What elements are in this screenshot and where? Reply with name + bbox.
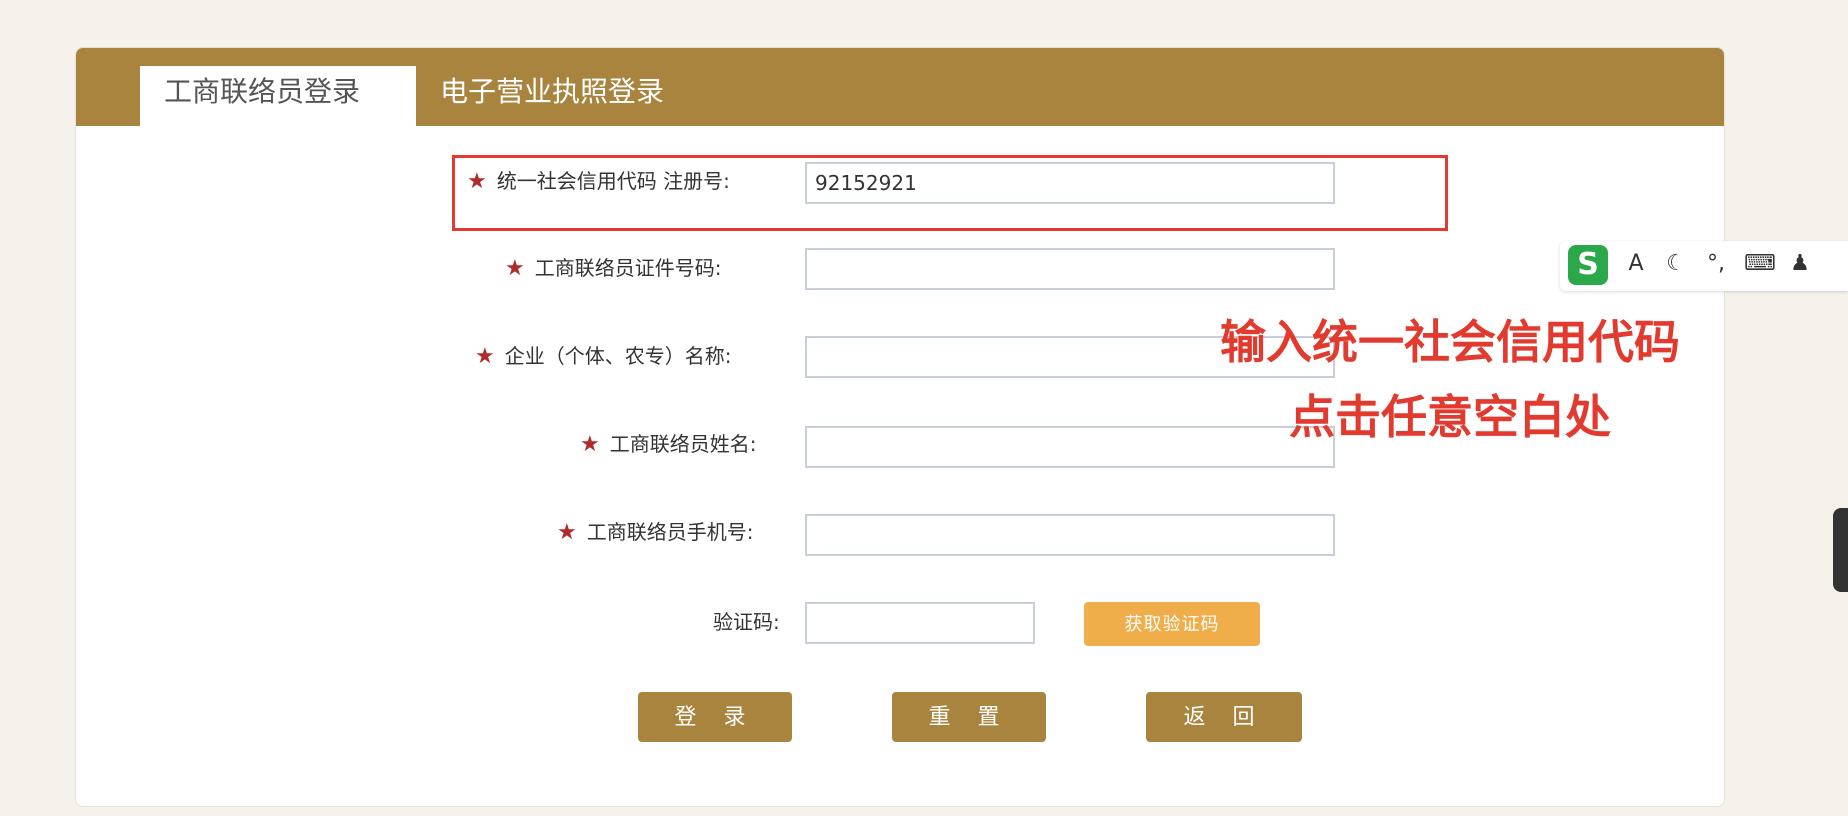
font-icon[interactable]: A — [1622, 251, 1650, 276]
keyboard-icon[interactable]: ⌨ — [1744, 251, 1776, 276]
tab-contact-login[interactable]: 工商联络员登录 — [140, 66, 416, 126]
captcha-label: 验证码: — [713, 610, 780, 634]
required-star: ★ — [505, 256, 525, 281]
id-number-input[interactable] — [805, 248, 1335, 290]
required-star: ★ — [557, 520, 577, 545]
ime-logo-icon[interactable]: S — [1568, 245, 1608, 285]
punctuation-icon[interactable]: °, — [1702, 251, 1730, 276]
tab-e-license-login[interactable]: 电子营业执照登录 — [416, 66, 716, 126]
tab-bar: 工商联络员登录 电子营业执照登录 — [76, 48, 1724, 126]
captcha-input[interactable] — [805, 602, 1035, 644]
contact-name-label: ★ 工商联络员姓名: — [580, 432, 757, 457]
annotation-line2: 点击任意空白处 — [1289, 390, 1611, 444]
required-star: ★ — [475, 344, 495, 369]
page: 工商联络员登录 电子营业执照登录 ★统一社会信用代码 注册号: ★工商联络员证件… — [0, 0, 1848, 816]
credit-code-input[interactable] — [805, 162, 1335, 204]
enterprise-name-label: ★ 企业（个体、农专）名称: — [475, 344, 732, 369]
contact-phone-label: ★ 工商联络员手机号: — [557, 520, 754, 545]
reset-button[interactable]: 重 置 — [892, 692, 1046, 742]
credit-code-label: ★ 统一社会信用代码 注册号: — [467, 169, 730, 194]
side-handle[interactable] — [1833, 508, 1848, 592]
required-star: ★ — [580, 432, 600, 457]
user-icon[interactable]: ♟ — [1786, 251, 1814, 276]
back-button[interactable]: 返 回 — [1146, 692, 1302, 742]
contact-phone-input[interactable] — [805, 514, 1335, 556]
login-button[interactable]: 登 录 — [638, 692, 792, 742]
ime-toolbar: S A ☾ °, ⌨ ♟ — [1560, 241, 1848, 291]
get-captcha-button[interactable]: 获取验证码 — [1084, 602, 1260, 646]
annotation-line1: 输入统一社会信用代码 — [1220, 315, 1680, 369]
id-number-label: ★ 工商联络员证件号码: — [505, 256, 722, 281]
moon-icon[interactable]: ☾ — [1662, 251, 1690, 276]
required-star: ★ — [467, 169, 487, 194]
